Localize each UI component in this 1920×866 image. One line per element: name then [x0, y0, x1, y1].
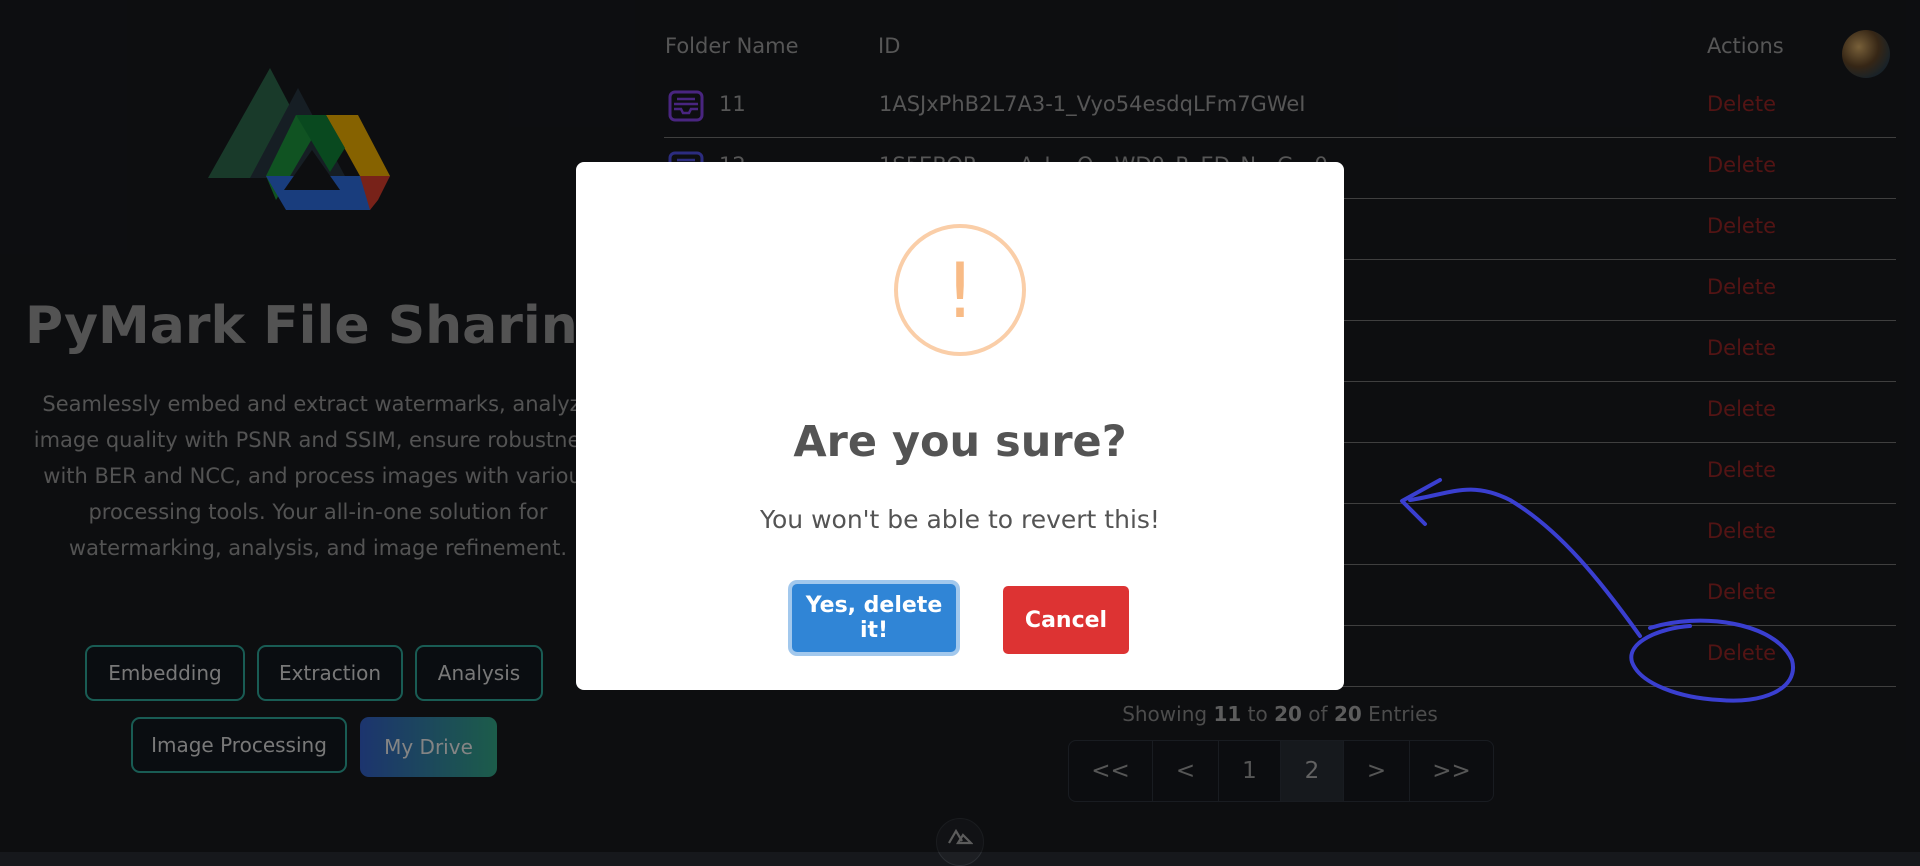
confirm-delete-dialog: ! Are you sure? You won't be able to rev… — [576, 162, 1344, 690]
dialog-title: Are you sure? — [793, 417, 1127, 467]
confirm-delete-button[interactable]: Yes, delete it! — [792, 584, 956, 652]
warning-icon: ! — [894, 224, 1026, 356]
dialog-text: You won't be able to revert this! — [760, 505, 1160, 534]
cancel-button[interactable]: Cancel — [1003, 586, 1129, 654]
